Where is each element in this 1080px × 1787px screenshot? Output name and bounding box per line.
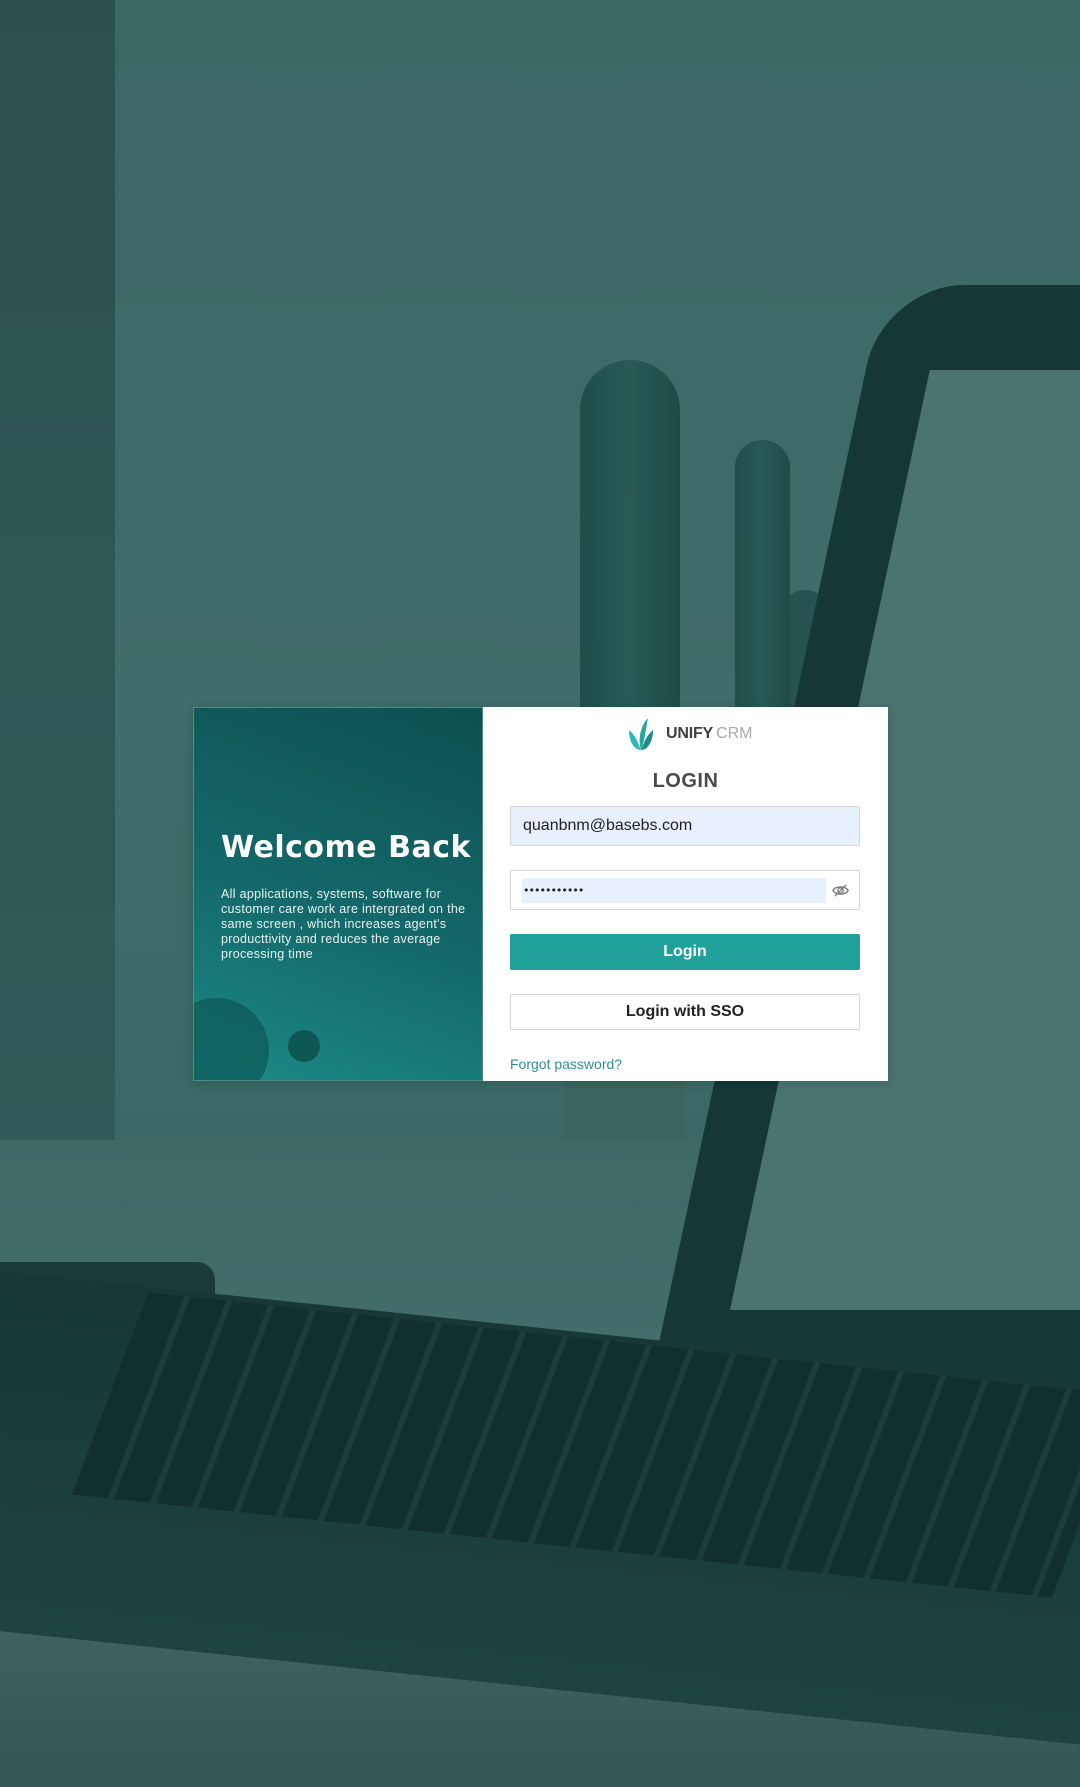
decorative-circle-large	[194, 998, 269, 1080]
login-card: Welcome Back All applications, systems, …	[193, 707, 888, 1081]
forgot-password-link[interactable]: Forgot password?	[510, 1056, 622, 1072]
brand-logo: UNIFY CRM	[626, 716, 752, 752]
password-input[interactable]	[522, 878, 826, 903]
eye-off-icon[interactable]	[831, 881, 850, 900]
decorative-circle-small	[288, 1030, 320, 1062]
brand-suffix: CRM	[716, 725, 753, 742]
welcome-description: All applications, systems, software for …	[221, 887, 466, 961]
welcome-panel: Welcome Back All applications, systems, …	[193, 707, 483, 1081]
login-title: LOGIN	[652, 770, 719, 792]
leaf-logo-icon	[629, 718, 653, 750]
welcome-title: Welcome Back	[221, 830, 471, 865]
login-sso-button[interactable]: Login with SSO	[510, 994, 860, 1030]
email-field	[510, 806, 860, 846]
login-button[interactable]: Login	[510, 934, 860, 970]
brand-name: UNIFY	[666, 725, 714, 742]
password-field	[510, 870, 860, 910]
email-input[interactable]	[511, 807, 859, 845]
login-panel: UNIFY CRM LOGIN Login Login with SSO For…	[483, 707, 888, 1081]
